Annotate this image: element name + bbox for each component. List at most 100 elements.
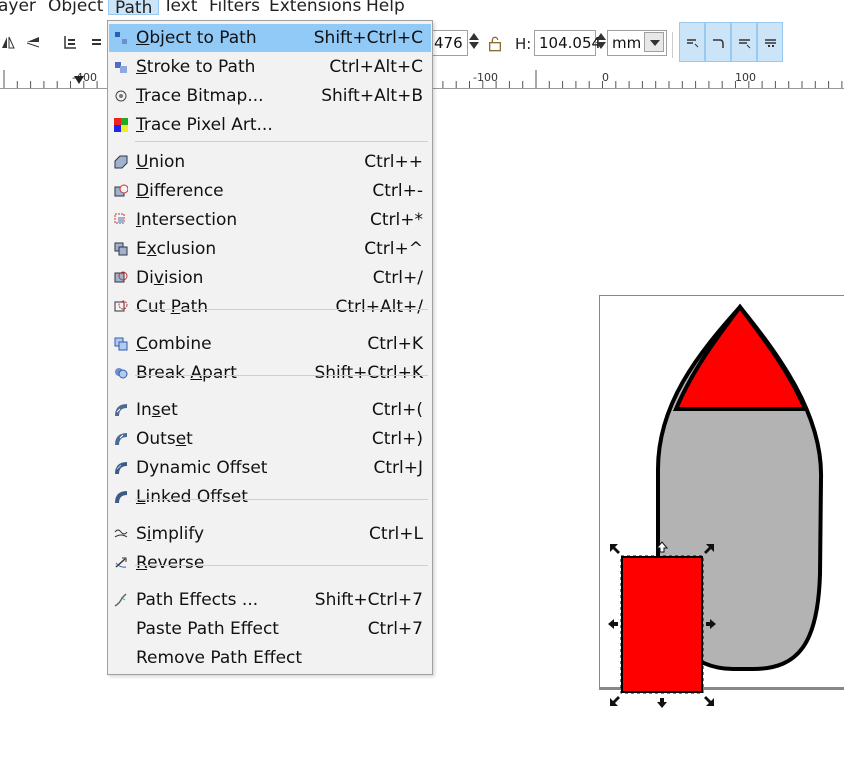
outset-icon (115, 433, 127, 445)
menu-item-simplify[interactable]: Simplify Ctrl+L (109, 520, 431, 548)
menu-item-label: Cut Path (136, 297, 209, 317)
menu-item-label: Division (136, 268, 204, 288)
menu-item-shortcut: Ctrl+J (373, 458, 423, 478)
simplify-icon (114, 529, 128, 538)
menu-item-shortcut: Ctrl+/ (372, 268, 423, 288)
menu-text[interactable]: Text (163, 0, 197, 16)
handle-left (608, 619, 618, 629)
menu-item-difference[interactable]: Difference Ctrl+- (109, 177, 431, 205)
transform-gradients-toggle[interactable] (731, 22, 757, 62)
menu-item-union[interactable]: Union Ctrl++ (109, 148, 431, 176)
menu-extensions[interactable]: Extensions (269, 0, 361, 16)
menu-item-dynamic-offset[interactable]: Dynamic Offset Ctrl+J (109, 454, 431, 482)
menu-help[interactable]: Help (366, 0, 405, 16)
menu-separator (135, 499, 428, 500)
transform-gradients-icon (739, 39, 751, 49)
menu-item-label: Combine (136, 334, 212, 354)
menu-item-shortcut: Shift+Ctrl+K (314, 363, 423, 383)
transform-patterns-toggle[interactable] (757, 22, 783, 62)
object-to-path-icon (115, 32, 127, 44)
path-effects-icon (114, 593, 127, 607)
menu-item-trace-bitmap[interactable]: Trace Bitmap... Shift+Alt+B (109, 82, 431, 110)
selected-rectangle (621, 556, 703, 693)
menu-filters[interactable]: Filters (209, 0, 260, 16)
flip-horizontal-icon[interactable] (0, 34, 16, 50)
width-spinner[interactable] (468, 31, 480, 55)
menu-item-label: Simplify (136, 524, 205, 544)
menu-item-shortcut: Ctrl+) (371, 429, 423, 449)
drawing-objects (608, 303, 824, 708)
unit-dropdown-button[interactable] (644, 32, 664, 52)
width-field[interactable]: 476 (430, 30, 468, 56)
handle-bottom-right (704, 696, 714, 706)
ruler-label: -100 (473, 71, 498, 84)
height-field[interactable]: 104.054 (534, 30, 601, 56)
menu-item-paste-path-effect[interactable]: Paste Path Effect Ctrl+7 (109, 615, 431, 643)
menu-item-label: Reverse (136, 553, 205, 573)
menu-item-linked-offset[interactable]: Linked Offset (109, 483, 431, 511)
menu-item-remove-path-effect[interactable]: Remove Path Effect (109, 644, 431, 672)
rocket-nose (672, 303, 809, 411)
menu-item-label: Dynamic Offset (136, 458, 268, 478)
menu-item-shortcut: Ctrl+7 (367, 619, 423, 639)
menu-item-intersection[interactable]: Intersection Ctrl+* (109, 206, 431, 234)
menu-item-shortcut: Ctrl++ (364, 152, 423, 172)
trace-bitmap-icon (115, 90, 127, 102)
menu-item-label: Remove Path Effect (136, 648, 303, 668)
menu-item-label: Path Effects ... (136, 590, 259, 610)
scale-stroke-toggle[interactable] (679, 22, 705, 62)
linked-offset-icon (115, 491, 127, 503)
align-left-icon[interactable] (88, 34, 104, 50)
combine-icon (114, 337, 128, 351)
union-icon (114, 155, 128, 169)
menu-object[interactable]: Object (48, 0, 103, 16)
menu-item-shortcut: Ctrl+* (370, 210, 423, 230)
menu-separator (135, 141, 428, 142)
menu-item-combine[interactable]: Combine Ctrl+K (109, 330, 431, 358)
height-spinner[interactable] (595, 31, 607, 55)
menu-item-cut-path[interactable]: Cut Path Ctrl+Alt+/ (109, 293, 431, 321)
menu-separator (135, 375, 428, 376)
menu-item-shortcut: Ctrl+L (369, 524, 423, 544)
menu-item-inset[interactable]: Inset Ctrl+( (109, 396, 431, 424)
ruler-label: 100 (735, 71, 756, 84)
menu-item-reverse[interactable]: Reverse (109, 549, 431, 577)
menu-item-shortcut: Ctrl+^ (364, 239, 423, 259)
scale-corners-icon (713, 39, 724, 48)
flip-vertical-icon[interactable] (25, 34, 41, 50)
menu-item-label: Union (136, 152, 186, 172)
menu-item-shortcut: Ctrl+K (367, 334, 423, 354)
menu-path[interactable]: Path (108, 0, 160, 18)
menu-item-path-effects[interactable]: Path Effects ... Shift+Ctrl+7 (109, 586, 431, 614)
menu-item-division[interactable]: Division Ctrl+/ (109, 264, 431, 292)
menu-item-shortcut: Shift+Alt+B (321, 86, 423, 106)
menu-separator (135, 309, 428, 310)
menu-item-exclusion[interactable]: Exclusion Ctrl+^ (109, 235, 431, 263)
menu-item-object-to-path[interactable]: Object to Path Shift+Ctrl+C (109, 24, 431, 52)
toolbar-separator (672, 32, 673, 58)
menu-item-outset[interactable]: Outset Ctrl+) (109, 425, 431, 453)
cut-path-icon (114, 300, 128, 312)
division-icon (114, 271, 128, 283)
handle-bottom-left (610, 696, 620, 706)
handle-top-left (610, 544, 620, 554)
menu-item-label: Inset (136, 400, 178, 420)
menu-item-label: Object to Path (136, 28, 257, 48)
menu-item-shortcut: Ctrl+( (371, 400, 423, 420)
transform-patterns-icon (765, 39, 776, 47)
menu-item-trace-pixel-art[interactable]: Trace Pixel Art... (109, 111, 431, 139)
menu-item-label: Intersection (136, 210, 238, 230)
ruler-label: 0 (602, 71, 609, 84)
align-bottom-icon[interactable] (62, 34, 78, 50)
reverse-icon (115, 557, 127, 568)
trace-pixel-art-icon (114, 118, 128, 132)
menu-item-shortcut: Ctrl+Alt+/ (335, 297, 423, 317)
menu-separator (135, 565, 428, 566)
scale-corners-toggle[interactable] (705, 22, 731, 62)
menu-item-stroke-to-path[interactable]: Stroke to Path Ctrl+Alt+C (109, 53, 431, 81)
menu-item-label: Trace Bitmap... (136, 86, 264, 106)
menu-item-break-apart[interactable]: Break Apart Shift+Ctrl+K (109, 359, 431, 387)
dynamic-offset-icon (115, 462, 127, 474)
menu-layer[interactable]: ayer (0, 0, 36, 16)
lock-icon[interactable] (487, 36, 503, 52)
